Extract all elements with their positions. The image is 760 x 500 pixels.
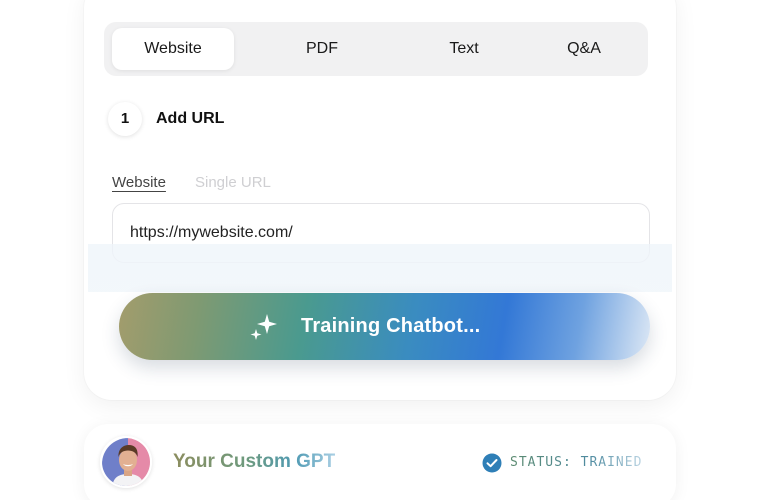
avatar — [100, 436, 152, 488]
sparkle-icon — [250, 313, 277, 340]
train-button-content: Training Chatbot... — [249, 293, 480, 360]
train-button-label: Training Chatbot... — [301, 315, 481, 337]
check-circle-icon — [482, 453, 502, 473]
tab-text[interactable]: Text — [414, 28, 514, 70]
step-number: 1 — [108, 102, 142, 136]
step-title: Add URL — [156, 110, 225, 127]
overlay-fade — [88, 244, 672, 292]
tab-pdf[interactable]: PDF — [272, 28, 372, 70]
subtab-single-url[interactable]: Single URL — [195, 174, 271, 191]
tab-website[interactable]: Website — [112, 28, 234, 70]
tab-qa[interactable]: Q&A — [534, 28, 634, 70]
status-badge: STATUS: TRAINED — [510, 455, 643, 470]
custom-gpt-title: Your Custom GPT — [173, 451, 336, 472]
subtab-website[interactable]: Website — [112, 174, 166, 191]
training-chatbot-button[interactable]: Training Chatbot... — [119, 293, 650, 360]
source-type-tabs: Website PDF Text Q&A — [104, 22, 648, 76]
